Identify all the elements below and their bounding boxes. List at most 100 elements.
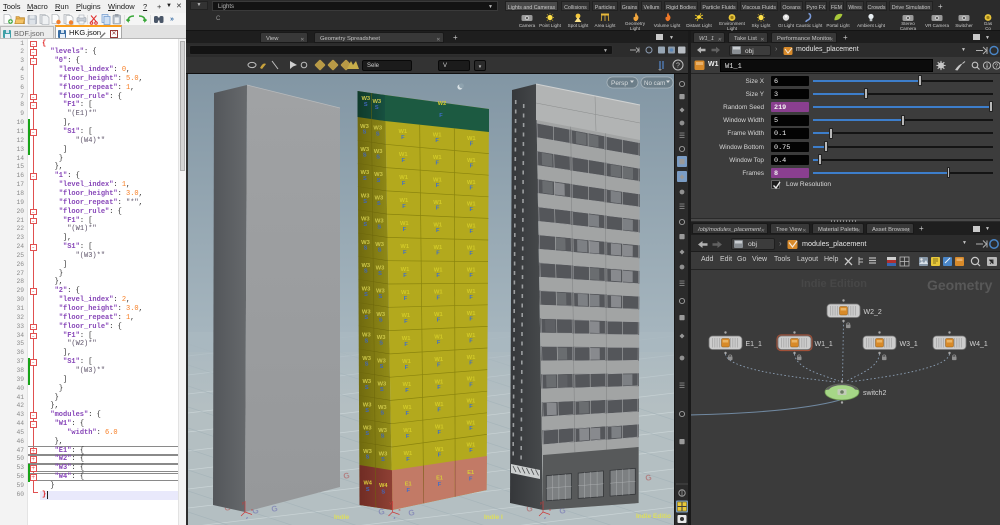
svg-text:F: F (402, 181, 406, 187)
svg-text:F: F (435, 138, 439, 144)
svg-text:S: S (363, 222, 367, 228)
svg-text:F: F (437, 430, 441, 436)
svg-text:S: S (381, 489, 385, 495)
svg-text:F: F (404, 319, 408, 325)
svg-text:S: S (363, 129, 367, 135)
svg-text:F: F (404, 296, 408, 302)
svg-text:y: y (540, 500, 542, 505)
svg-text:E1: E1 (436, 476, 443, 482)
svg-text:F: F (469, 273, 473, 279)
svg-text:S: S (365, 385, 369, 391)
svg-text:S: S (365, 362, 369, 368)
svg-text:S: S (366, 455, 370, 461)
svg-text:F: F (469, 477, 473, 483)
svg-text:Indie: Indie (334, 514, 350, 521)
svg-text:S: S (365, 408, 369, 414)
svg-text:S: S (376, 155, 380, 161)
svg-text:F: F (469, 295, 473, 301)
svg-text:E1_1: E1_1 (746, 341, 762, 348)
svg-text:S: S (376, 131, 380, 137)
svg-text:F: F (437, 318, 441, 324)
svg-text:F: F (469, 360, 473, 366)
svg-text:F: F (469, 339, 473, 345)
svg-text:?: ? (676, 63, 680, 70)
svg-text:S: S (375, 105, 379, 111)
svg-text:F: F (405, 411, 409, 417)
svg-text:S: S (379, 341, 383, 347)
svg-text:F: F (469, 185, 473, 191)
svg-text:W1_1: W1_1 (815, 341, 833, 348)
svg-text:S: S (378, 271, 382, 277)
svg-text:W2_2: W2_2 (864, 309, 882, 316)
svg-text:F: F (470, 142, 474, 148)
svg-text:F: F (437, 340, 441, 346)
svg-text:F: F (405, 388, 409, 394)
svg-text:S: S (366, 487, 370, 493)
svg-text:F: F (437, 363, 441, 369)
svg-text:S: S (378, 248, 382, 254)
svg-text:F: F (469, 382, 473, 388)
svg-text:S: S (365, 338, 369, 344)
svg-text:No cam: No cam (644, 80, 665, 87)
svg-text:F: F (403, 273, 407, 279)
svg-text:F: F (438, 482, 442, 488)
svg-text:F: F (469, 426, 473, 432)
svg-text:F: F (435, 161, 439, 167)
svg-text:F: F (439, 113, 443, 119)
svg-text:F: F (437, 408, 441, 414)
svg-text:S: S (363, 199, 367, 205)
svg-text:S: S (380, 364, 384, 370)
svg-text:F: F (436, 250, 440, 256)
svg-text:E1: E1 (467, 470, 474, 476)
svg-text:Indie Editio: Indie Editio (636, 513, 671, 520)
svg-text:S: S (381, 434, 385, 440)
svg-text:Persp: Persp (611, 80, 628, 87)
svg-text:W4_1: W4_1 (970, 341, 988, 348)
svg-text:z: z (394, 515, 396, 520)
svg-text:Indie I: Indie I (484, 514, 503, 521)
svg-text:S: S (364, 246, 368, 252)
svg-text:S: S (379, 317, 383, 323)
svg-text:F: F (401, 135, 405, 141)
svg-text:S: S (364, 292, 368, 298)
svg-text:F: F (403, 227, 407, 233)
svg-text:W2: W2 (438, 101, 446, 107)
svg-text:E1: E1 (405, 481, 412, 487)
svg-text:S: S (364, 269, 368, 275)
svg-text:F: F (438, 452, 442, 458)
svg-text:F: F (469, 251, 473, 257)
svg-text:S: S (377, 201, 381, 207)
svg-text:F: F (469, 207, 473, 213)
svg-text:x: x (399, 507, 401, 512)
svg-text:z: z (246, 515, 248, 520)
svg-text:F: F (404, 342, 408, 348)
svg-text:F: F (403, 250, 407, 256)
svg-text:W4: W4 (364, 480, 373, 486)
svg-text:z: z (544, 515, 546, 520)
svg-text:W4: W4 (379, 483, 388, 489)
svg-text:Geometry: Geometry (927, 277, 993, 293)
svg-text:F: F (436, 295, 440, 301)
svg-text:F: F (469, 448, 473, 454)
svg-text:F: F (406, 434, 410, 440)
svg-text:F: F (405, 365, 409, 371)
svg-text:S: S (365, 431, 369, 437)
svg-text:S: S (380, 387, 384, 393)
svg-text:x: x (251, 507, 253, 512)
svg-text:F: F (437, 385, 441, 391)
svg-text:F: F (469, 317, 473, 323)
svg-text:F: F (436, 273, 440, 279)
svg-text:S: S (377, 224, 381, 230)
svg-text:S: S (379, 294, 383, 300)
svg-text:F: F (436, 206, 440, 212)
svg-text:Indie Edition: Indie Edition (801, 278, 867, 290)
svg-text:F: F (469, 404, 473, 410)
svg-text:»: » (170, 16, 174, 23)
svg-text:S: S (380, 410, 384, 416)
svg-text:F: F (470, 164, 474, 170)
svg-text:S: S (381, 457, 385, 463)
svg-text:F: F (436, 228, 440, 234)
svg-text:F: F (406, 488, 410, 494)
svg-text:S: S (363, 176, 367, 182)
svg-text:S: S (364, 315, 368, 321)
